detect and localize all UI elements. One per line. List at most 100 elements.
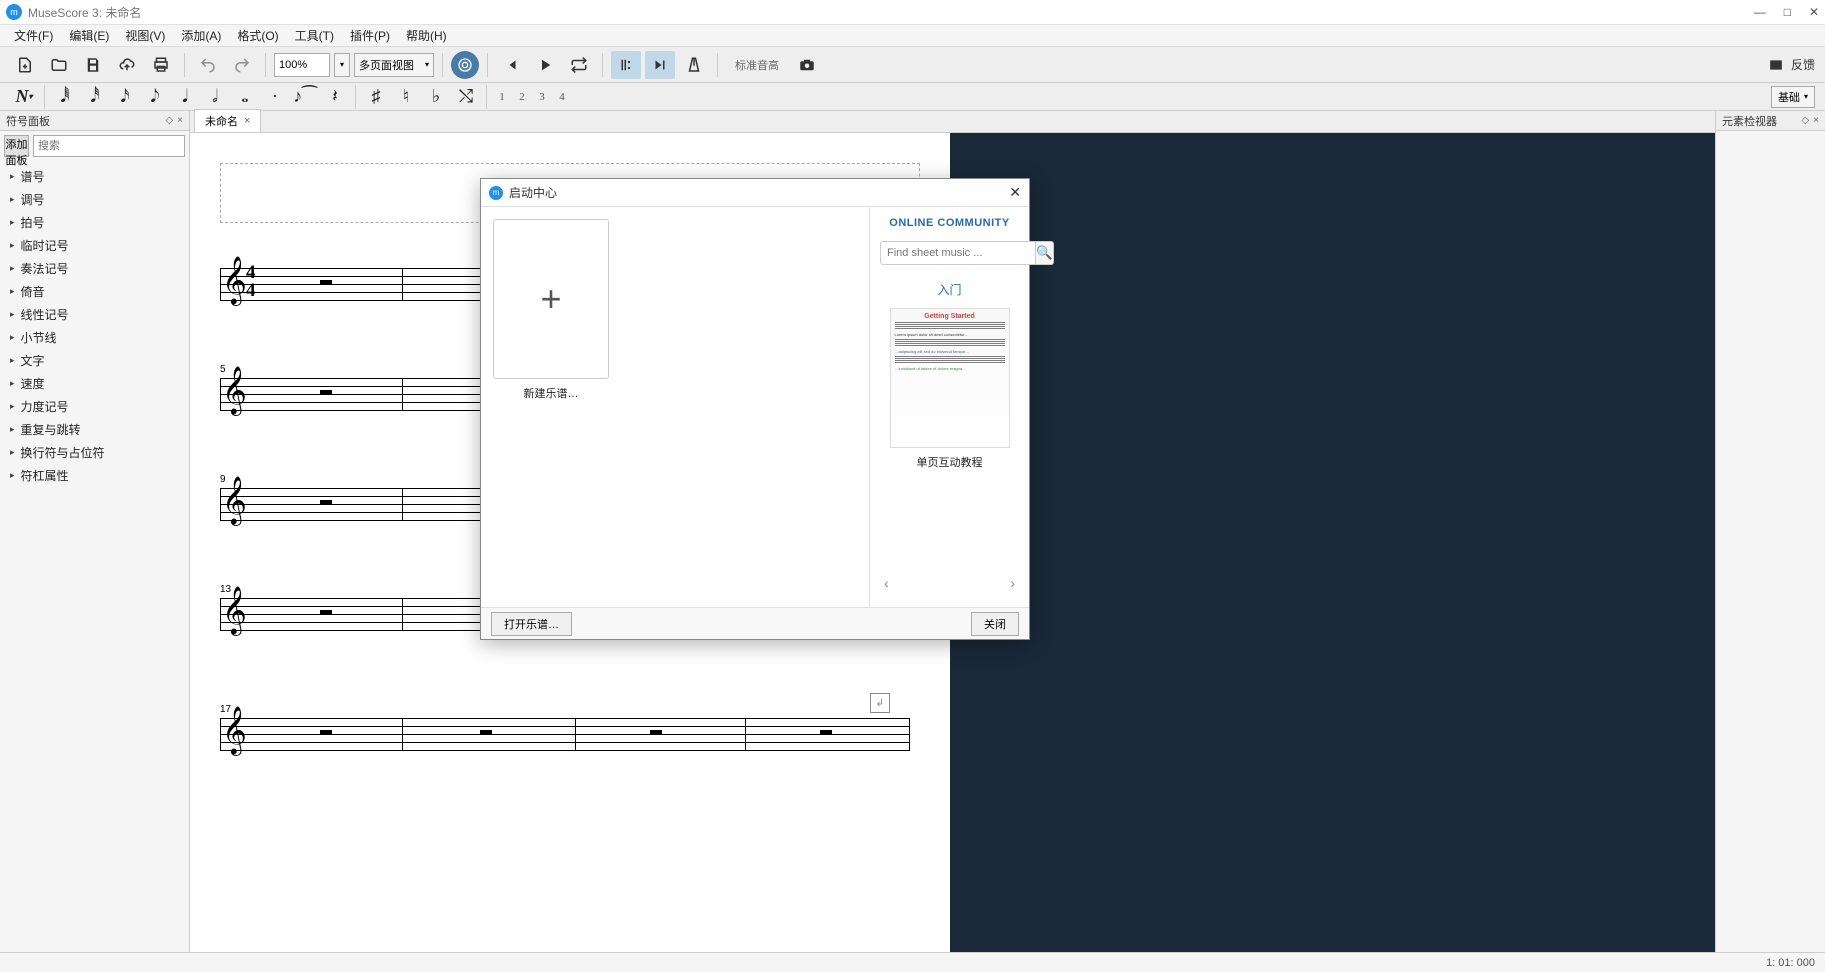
maximize-button[interactable]: □ — [1784, 5, 1791, 19]
menu-file[interactable]: 文件(F) — [6, 25, 61, 46]
score-tab[interactable]: 未命名 × — [194, 109, 261, 132]
palette-search-input[interactable] — [33, 135, 185, 157]
palette-item[interactable]: 线性记号 — [0, 303, 189, 326]
dialog-close-footer-button[interactable]: 关闭 — [971, 612, 1019, 636]
add-palette-button[interactable]: 添加面板 — [4, 135, 29, 157]
tab-close-icon[interactable]: × — [244, 115, 250, 127]
palette-item[interactable]: 速度 — [0, 372, 189, 395]
dialog-titlebar[interactable]: m 启动中心 ✕ — [481, 179, 1029, 207]
treble-clef-icon: 𝄞 — [222, 590, 247, 632]
main-toolbar: ▾ 多页面视图▾ 标准音高 反馈 — [0, 47, 1825, 83]
panel-undock-icon[interactable]: ◇ — [1801, 115, 1809, 126]
staff-system: 17 𝄞 — [220, 718, 910, 750]
statusbar: 1: 01: 000 — [0, 952, 1825, 972]
note-rest[interactable]: 𝄽 — [321, 85, 349, 109]
menu-add[interactable]: 添加(A) — [173, 25, 229, 46]
minimize-button[interactable]: — — [1754, 5, 1766, 19]
note-dot[interactable]: · — [261, 85, 289, 109]
play-button[interactable] — [530, 51, 560, 79]
palette-item[interactable]: 临时记号 — [0, 234, 189, 257]
pan-playback-button[interactable] — [645, 51, 675, 79]
palette-item[interactable]: 奏法记号 — [0, 257, 189, 280]
menu-format[interactable]: 格式(O) — [229, 25, 286, 46]
next-arrow[interactable]: › — [1010, 575, 1015, 591]
tutorial-thumbnail[interactable]: Getting Started Lorem ipsum dolor sit am… — [890, 308, 1010, 448]
loop-button[interactable] — [564, 51, 594, 79]
palette-item[interactable]: 倚音 — [0, 280, 189, 303]
view-mode-dropdown[interactable]: 多页面视图▾ — [354, 53, 434, 77]
print-button[interactable] — [146, 51, 176, 79]
concert-pitch-toggle[interactable] — [451, 51, 479, 79]
new-score-card[interactable]: + — [493, 219, 609, 379]
note-tie[interactable]: ♪⁀ — [291, 85, 319, 109]
palette-item[interactable]: 调号 — [0, 188, 189, 211]
note-8th[interactable]: 𝅘𝅥𝅮 — [141, 85, 169, 109]
panel-controls: ◇ × — [165, 115, 183, 126]
palette-item[interactable]: 拍号 — [0, 211, 189, 234]
community-search-input[interactable] — [880, 241, 1036, 265]
plus-icon: + — [540, 278, 561, 320]
empty-canvas-area — [950, 133, 1715, 952]
inspector-panel: 元素检视器 ◇ × — [1715, 111, 1825, 952]
concert-pitch-label[interactable]: 标准音高 — [726, 52, 788, 78]
redo-button[interactable] — [227, 51, 257, 79]
window-controls: — □ ✕ — [1754, 5, 1819, 19]
menu-plugins[interactable]: 插件(P) — [342, 25, 398, 46]
note-32nd[interactable]: 𝅘𝅥𝅰 — [81, 85, 109, 109]
inspector-panel-title: 元素检视器 — [1722, 113, 1777, 129]
new-score-label: 新建乐谱… — [493, 385, 609, 401]
prev-arrow[interactable]: ‹ — [884, 575, 889, 591]
close-button[interactable]: ✕ — [1809, 5, 1819, 19]
note-input-mode-button[interactable]: N▾ — [10, 85, 38, 109]
separator — [265, 53, 266, 77]
flat-button[interactable]: ♭ — [422, 85, 450, 109]
dialog-close-button[interactable]: ✕ — [1009, 184, 1021, 201]
cloud-save-button[interactable] — [112, 51, 142, 79]
screenshot-button[interactable] — [792, 51, 822, 79]
new-file-button[interactable] — [10, 51, 40, 79]
note-quarter[interactable]: 𝅘𝅥 — [171, 85, 199, 109]
workspace-dropdown[interactable]: 基础▾ — [1771, 86, 1815, 108]
palette-item[interactable]: 重复与跳转 — [0, 418, 189, 441]
open-file-button[interactable] — [44, 51, 74, 79]
palette-item[interactable]: 符杠属性 — [0, 464, 189, 487]
menu-tools[interactable]: 工具(T) — [287, 25, 342, 46]
palette-item[interactable]: 谱号 — [0, 165, 189, 188]
panel-undock-icon[interactable]: ◇ — [165, 115, 173, 126]
zoom-dropdown[interactable]: ▾ — [334, 53, 350, 77]
community-pane: ONLINE COMMUNITY 🔍 入门 Getting Started Lo… — [869, 207, 1029, 607]
palette-item[interactable]: 换行符与占位符 — [0, 441, 189, 464]
natural-button[interactable]: ♮ — [392, 85, 420, 109]
voice-1[interactable]: 1 — [493, 85, 511, 109]
page-break-marker[interactable]: ↲ — [870, 693, 890, 713]
voice-3[interactable]: 3 — [533, 85, 551, 109]
panel-close-icon[interactable]: × — [177, 115, 183, 126]
feedback-link[interactable]: 反馈 — [1767, 56, 1815, 73]
metronome-button[interactable] — [679, 51, 709, 79]
menu-edit[interactable]: 编辑(E) — [61, 25, 117, 46]
palette-item[interactable]: 文字 — [0, 349, 189, 372]
intro-title: 入门 — [937, 281, 961, 298]
undo-button[interactable] — [193, 51, 223, 79]
zoom-input[interactable] — [274, 53, 330, 77]
save-button[interactable] — [78, 51, 108, 79]
note-half[interactable]: 𝅗𝅥 — [201, 85, 229, 109]
voice-4[interactable]: 4 — [553, 85, 571, 109]
note-16th[interactable]: 𝅘𝅥𝅯 — [111, 85, 139, 109]
flip-button[interactable]: ⤭ — [452, 85, 480, 109]
rewind-button[interactable] — [496, 51, 526, 79]
sharp-button[interactable]: ♯ — [362, 85, 390, 109]
voice-2[interactable]: 2 — [513, 85, 531, 109]
window-title: MuseScore 3: 未命名 — [28, 4, 1754, 21]
open-score-button[interactable]: 打开乐谱… — [491, 612, 572, 636]
note-64th[interactable]: 𝅘𝅥𝅱 — [51, 85, 79, 109]
palette-item[interactable]: 力度记号 — [0, 395, 189, 418]
menu-help[interactable]: 帮助(H) — [398, 25, 455, 46]
community-search-button[interactable]: 🔍 — [1036, 241, 1054, 265]
menu-view[interactable]: 视图(V) — [117, 25, 173, 46]
panel-controls: ◇ × — [1801, 115, 1819, 126]
play-repeat-button[interactable] — [611, 51, 641, 79]
palette-item[interactable]: 小节线 — [0, 326, 189, 349]
note-whole[interactable]: 𝅝 — [231, 85, 259, 109]
panel-close-icon[interactable]: × — [1813, 115, 1819, 126]
